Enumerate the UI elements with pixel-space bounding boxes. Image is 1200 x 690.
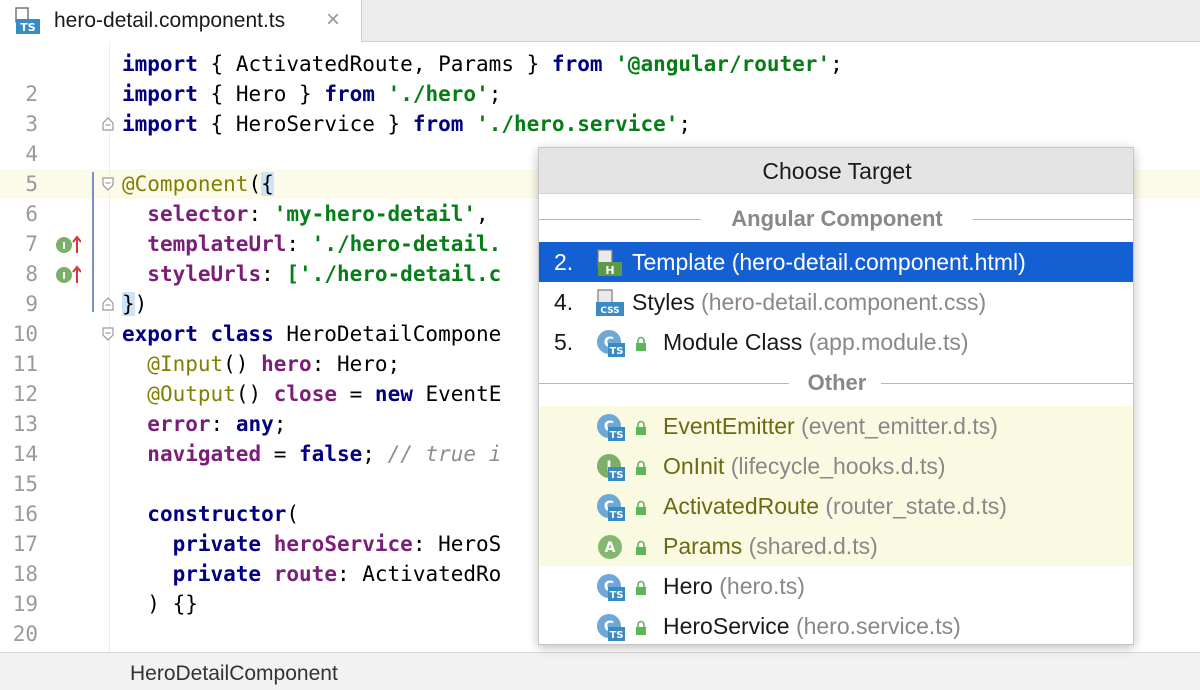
target-item-activated-route[interactable]: ActivatedRoute (router_state.d.ts) bbox=[539, 486, 1133, 526]
lock-icon bbox=[633, 500, 649, 516]
ts-class-icon bbox=[595, 612, 625, 642]
close-icon[interactable]: × bbox=[326, 8, 340, 32]
editor-tab-bar: TS hero-detail.component.ts × bbox=[0, 0, 1200, 42]
ts-class-icon bbox=[595, 572, 625, 602]
implements-gutter-icon[interactable] bbox=[55, 265, 81, 285]
popup-header: Choose Target bbox=[539, 148, 1133, 194]
fold-end-icon[interactable] bbox=[101, 117, 115, 131]
lock-icon bbox=[633, 460, 649, 476]
svg-text:TS: TS bbox=[20, 21, 36, 34]
ts-class-icon bbox=[595, 492, 625, 522]
type-alias-icon bbox=[595, 532, 625, 562]
section-separator-other: Other bbox=[539, 368, 1133, 398]
target-item-event-emitter[interactable]: EventEmitter (event_emitter.d.ts) bbox=[539, 406, 1133, 446]
code-line: 2 import { ActivatedRoute, Params } from… bbox=[0, 49, 1200, 106]
fold-end-icon[interactable] bbox=[101, 297, 115, 311]
choose-target-popup: Choose Target Angular Component 2. H Tem… bbox=[538, 147, 1134, 645]
css-file-icon: CSS bbox=[596, 289, 624, 316]
target-item-styles[interactable]: 4. CSS Styles (hero-detail.component.css… bbox=[539, 282, 1133, 322]
breadcrumb[interactable]: HeroDetailComponent bbox=[130, 662, 338, 686]
lock-icon bbox=[633, 420, 649, 436]
fold-start-icon[interactable] bbox=[101, 327, 115, 341]
target-item-params[interactable]: Params (shared.d.ts) bbox=[539, 526, 1133, 566]
target-item-module-class[interactable]: 5. Module Class (app.module.ts) bbox=[539, 322, 1133, 362]
target-item-hero[interactable]: Hero (hero.ts) bbox=[539, 566, 1133, 606]
implements-gutter-icon[interactable] bbox=[55, 235, 81, 255]
fold-start-icon[interactable] bbox=[101, 177, 115, 191]
target-item-template[interactable]: 2. H Template (hero-detail.component.htm… bbox=[539, 242, 1133, 282]
lock-icon bbox=[633, 336, 649, 352]
section-separator-angular: Angular Component bbox=[539, 204, 1133, 234]
ts-interface-icon bbox=[595, 452, 625, 482]
tab-label: hero-detail.component.ts bbox=[54, 9, 286, 32]
svg-text:H: H bbox=[605, 264, 614, 277]
ts-class-icon bbox=[595, 328, 625, 358]
lock-icon bbox=[633, 580, 649, 596]
code-line: 4 import { HeroService } from './hero.se… bbox=[0, 109, 1200, 166]
target-item-on-init[interactable]: OnInit (lifecycle_hooks.d.ts) bbox=[539, 446, 1133, 486]
breadcrumb-bar: HeroDetailComponent bbox=[0, 652, 1200, 690]
svg-text:CSS: CSS bbox=[600, 306, 619, 316]
ts-class-icon bbox=[595, 412, 625, 442]
target-item-hero-service[interactable]: HeroService (hero.service.ts) bbox=[539, 606, 1133, 645]
html-template-icon: H bbox=[597, 249, 622, 277]
lock-icon bbox=[633, 620, 649, 636]
ts-file-icon: TS bbox=[15, 7, 40, 34]
popup-title: Choose Target bbox=[762, 158, 912, 184]
lock-icon bbox=[633, 540, 649, 556]
code-line: 3 import { Hero } from './hero'; bbox=[0, 79, 1200, 136]
tab-hero-detail-component[interactable]: TS hero-detail.component.ts × bbox=[0, 0, 362, 42]
